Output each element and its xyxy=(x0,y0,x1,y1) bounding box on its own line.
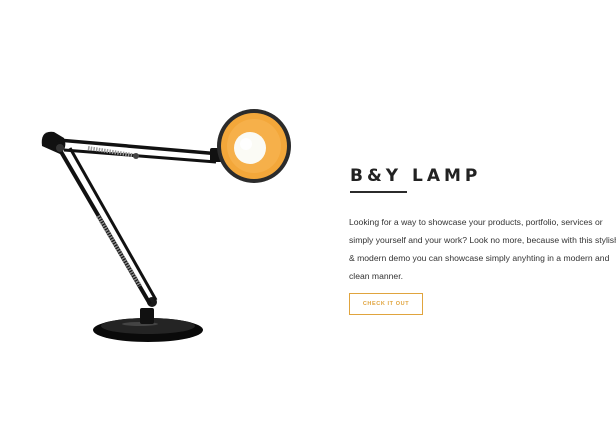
title-divider xyxy=(350,191,407,193)
product-title: B&Y LAMP xyxy=(350,166,482,187)
product-description: Looking for a way to showcase your produ… xyxy=(349,217,616,281)
check-it-out-button[interactable]: CHECK IT OUT xyxy=(349,293,423,315)
lamp-image xyxy=(41,109,291,342)
